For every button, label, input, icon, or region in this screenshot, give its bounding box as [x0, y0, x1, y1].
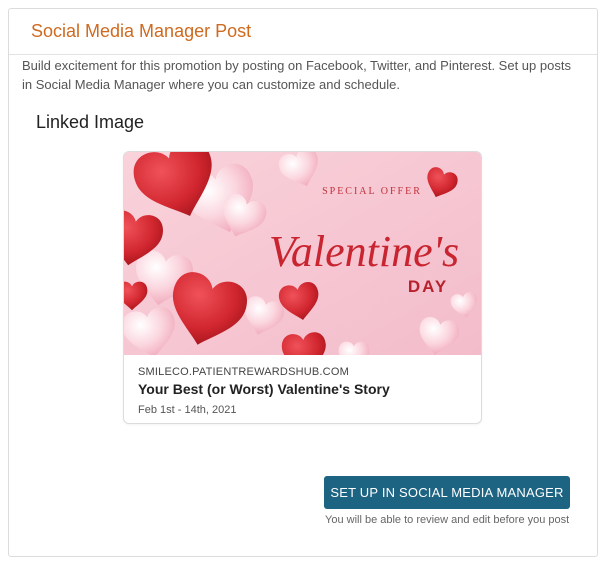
panel-description: Build excitement for this promotion by p…	[22, 58, 571, 92]
special-offer-text: SPECIAL OFFER	[322, 186, 422, 197]
valentines-promo-image: SPECIAL OFFER Valentine's DAY	[124, 152, 481, 355]
linked-image-heading: Linked Image	[36, 112, 145, 132]
card-date: Feb 1st - 14th, 2021	[138, 404, 237, 416]
valentines-script-text: Valentine's	[269, 227, 459, 276]
card-domain: SMILECO.PATIENTREWARDSHUB.COM	[138, 366, 349, 378]
day-text: DAY	[408, 277, 448, 296]
linked-image-card[interactable]: SPECIAL OFFER Valentine's DAY SMILECO.PA…	[123, 151, 482, 424]
panel-title: Social Media Manager Post	[31, 21, 252, 41]
panel-header: Social Media Manager Post	[9, 9, 597, 55]
setup-social-media-manager-button[interactable]: SET UP IN SOCIAL MEDIA MANAGER	[324, 476, 570, 509]
review-note: You will be able to review and edit befo…	[325, 514, 570, 526]
card-title: Your Best (or Worst) Valentine's Story	[138, 381, 390, 397]
